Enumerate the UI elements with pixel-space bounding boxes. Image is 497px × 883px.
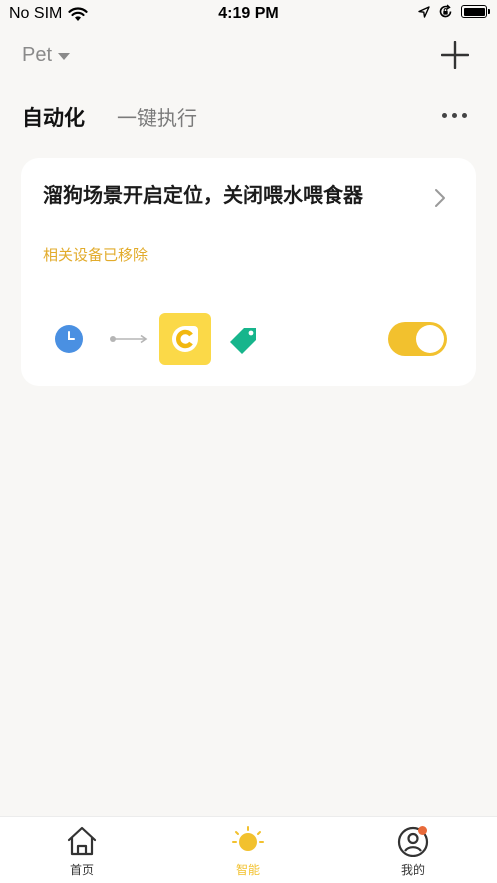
tab-me[interactable]: 我的: [383, 825, 443, 878]
tab-smart-label: 智能: [235, 863, 260, 877]
automation-screen: No SIM 4:19 PM Pet 自动化 一键执行 溜狗场景开启定位，关闭喂…: [0, 0, 497, 883]
tab-tap-to-run[interactable]: 一键执行: [117, 102, 197, 131]
tab-home[interactable]: 首页: [52, 825, 112, 878]
scene-subtitle: 相关设备已移除: [43, 246, 149, 264]
home-icon: [67, 826, 97, 856]
rotation-lock-icon: [439, 4, 452, 18]
location-arrow-icon: [418, 5, 430, 18]
bottom-tab-bar: 首页 智能 我的: [0, 816, 497, 883]
device-logo-icon: [172, 326, 198, 352]
status-bar: No SIM 4:19 PM: [0, 0, 497, 30]
notification-badge: [418, 826, 427, 835]
battery-fill: [463, 7, 485, 16]
battery-icon: [461, 5, 490, 18]
toggle-knob: [416, 325, 444, 353]
home-selector[interactable]: Pet: [22, 44, 71, 67]
arrow-right-icon: [110, 334, 148, 344]
dot: [462, 113, 467, 118]
home-name: Pet: [22, 44, 53, 66]
scene-toggle[interactable]: [388, 322, 447, 356]
scene-tabs: 自动化 一键执行: [22, 102, 197, 132]
dot: [452, 113, 457, 118]
tab-me-label: 我的: [400, 863, 425, 877]
device-icon: [159, 313, 211, 365]
plus-icon[interactable]: [441, 41, 469, 69]
scene-title: 溜狗场景开启定位，关闭喂水喂食器: [43, 183, 363, 207]
tab-automation[interactable]: 自动化: [22, 102, 85, 132]
status-right: [418, 4, 490, 19]
sun-icon: [232, 826, 264, 851]
tab-smart[interactable]: 智能: [218, 825, 278, 878]
tab-home-label: 首页: [69, 863, 94, 877]
scene-card[interactable]: 溜狗场景开启定位，关闭喂水喂食器 相关设备已移除: [21, 158, 476, 386]
caret-down-icon: [58, 53, 71, 60]
clock-icon: [55, 325, 83, 353]
tag-icon: [230, 328, 256, 354]
chevron-right-icon[interactable]: [434, 188, 446, 208]
dot: [442, 113, 447, 118]
more-dots-icon[interactable]: [442, 113, 467, 118]
